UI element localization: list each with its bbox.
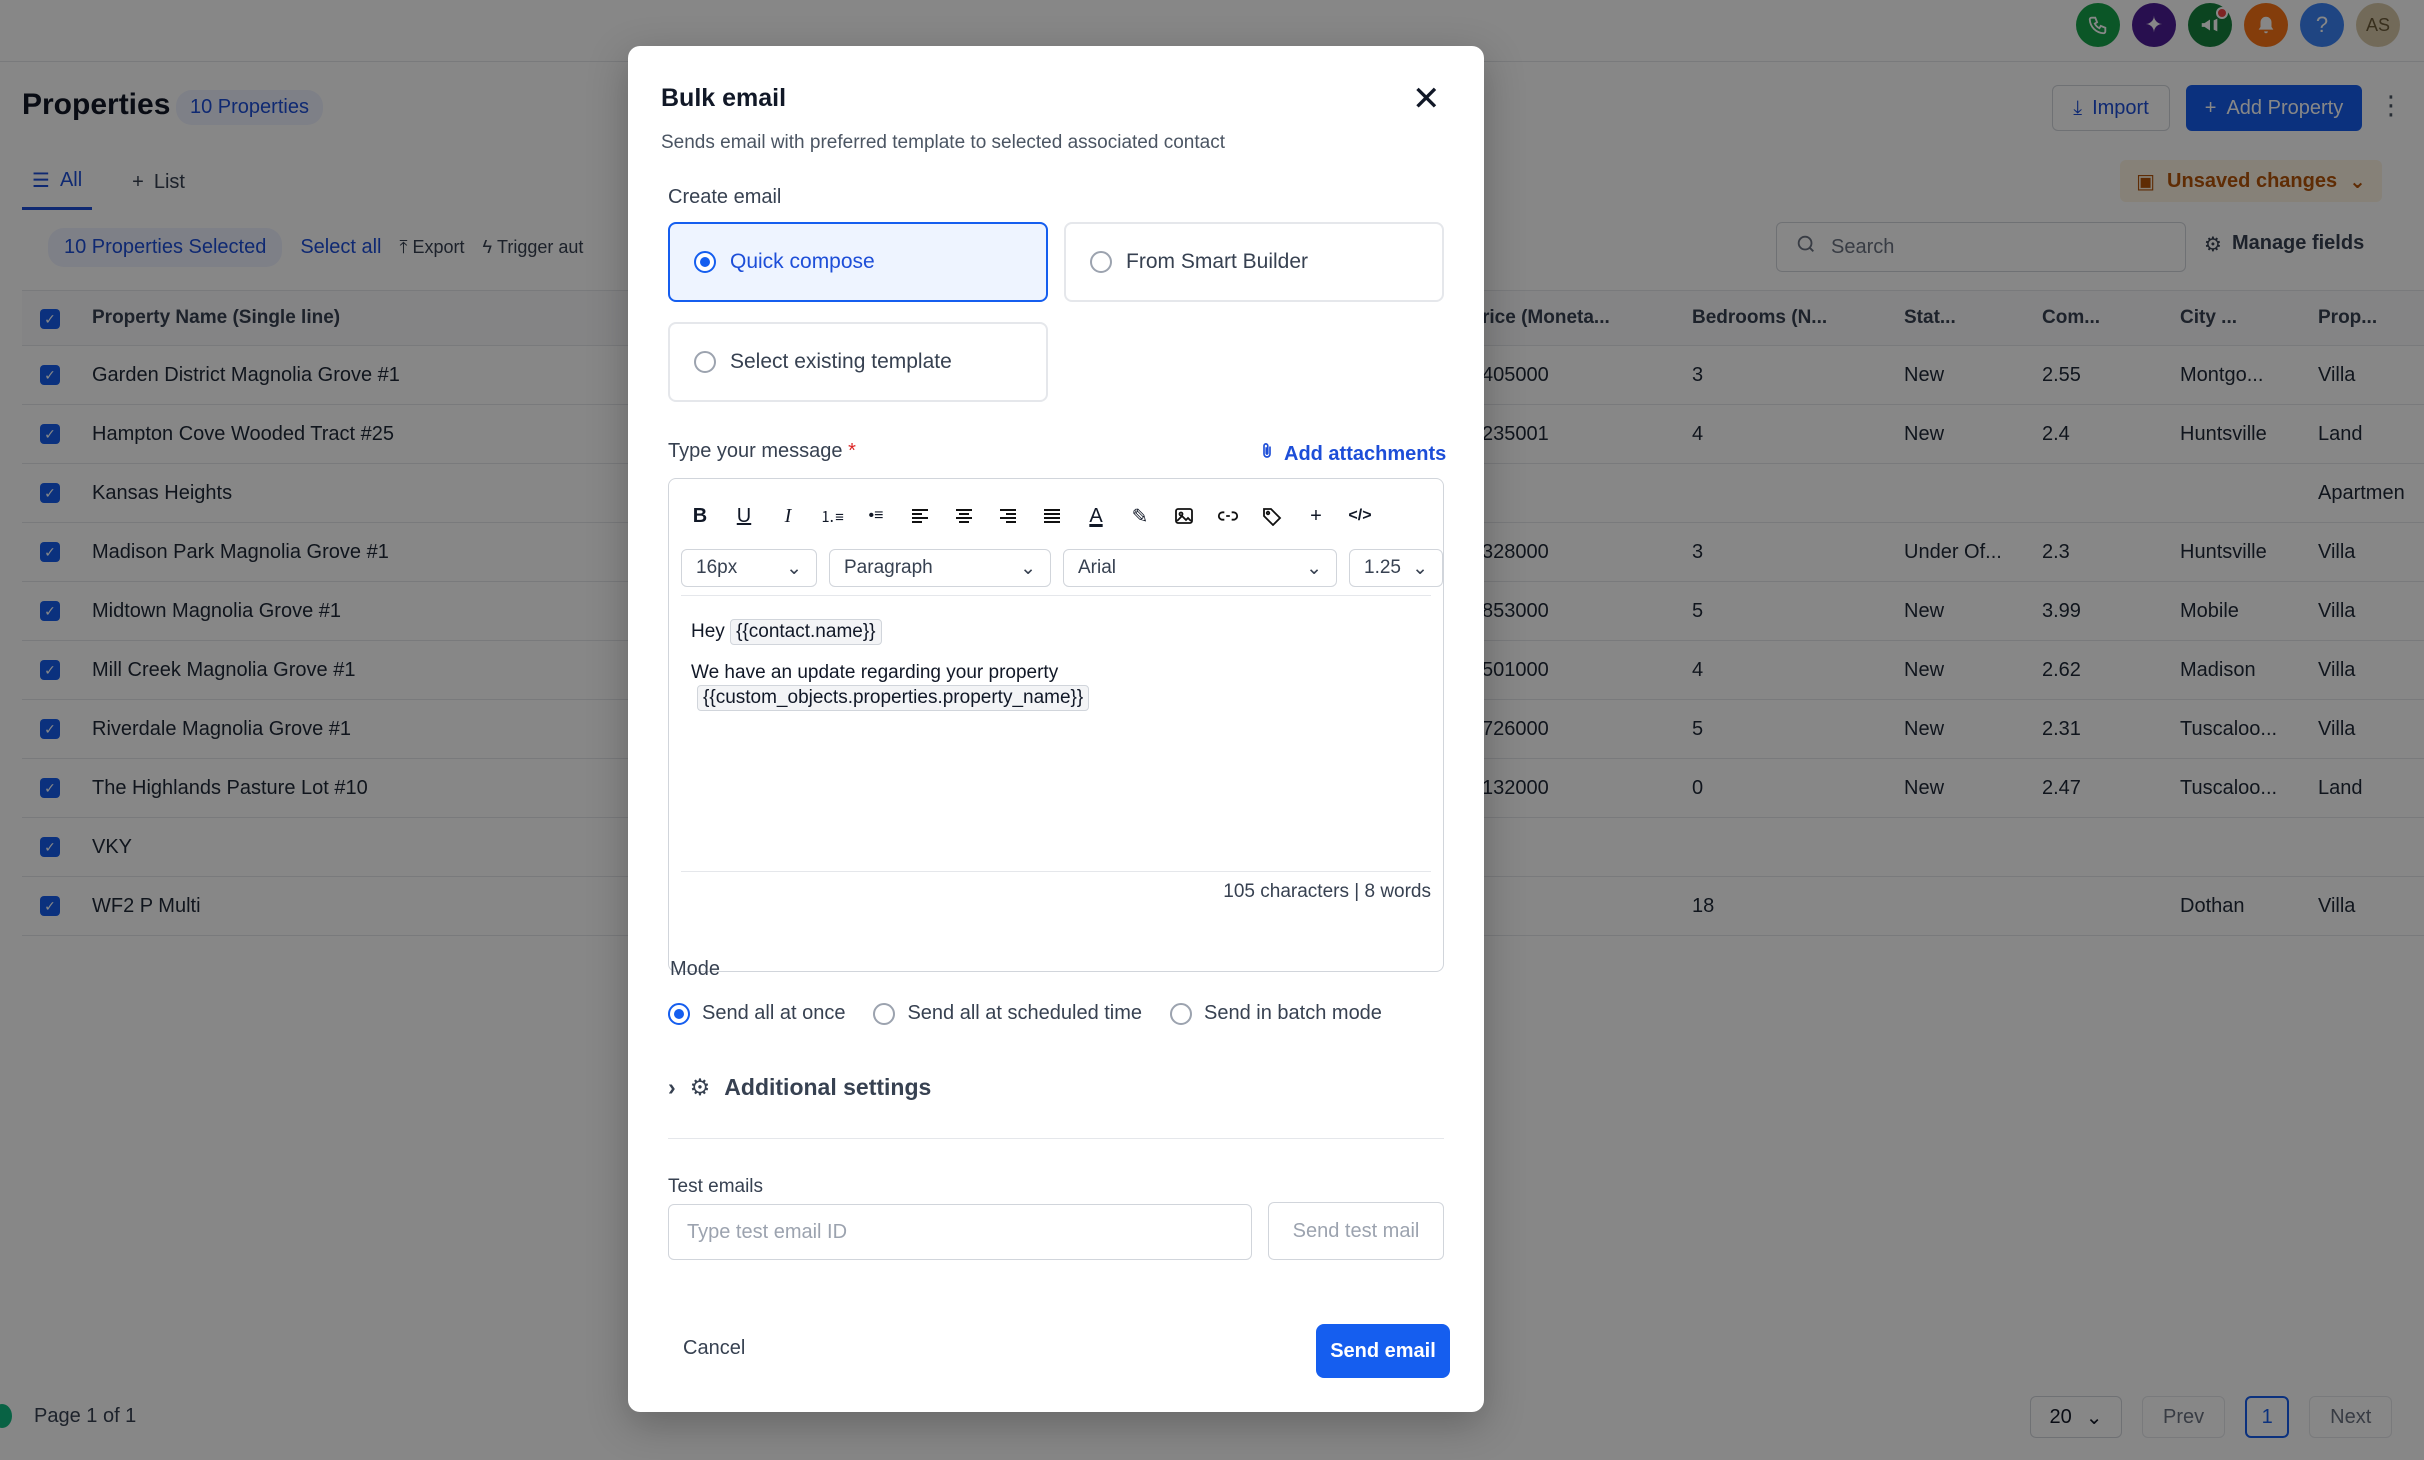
italic-icon[interactable]: I <box>771 499 805 533</box>
mode-batch[interactable]: Send in batch mode <box>1170 1002 1382 1025</box>
close-icon[interactable]: ✕ <box>1412 82 1441 116</box>
add-attachments-label: Add attachments <box>1284 442 1447 465</box>
radio-unselected <box>694 351 716 373</box>
option-label: From Smart Builder <box>1126 250 1309 273</box>
align-left-icon[interactable] <box>903 499 937 533</box>
modal-title: Bulk email <box>661 84 787 112</box>
character-counter: 105 characters | 8 words <box>1223 881 1431 902</box>
chevron-down-icon: ⌄ <box>786 557 802 579</box>
bulk-email-modal: Bulk email ✕ Sends email with preferred … <box>628 46 1484 1412</box>
plus-icon[interactable]: + <box>1299 499 1333 533</box>
additional-settings-toggle[interactable]: › ⚙ Additional settings <box>668 1074 931 1101</box>
format-selects: 16px ⌄ Paragraph ⌄ Arial ⌄ 1.25 ⌄ <box>681 549 1443 587</box>
message-label: Type your message * <box>668 440 856 462</box>
radio-unselected <box>1170 1002 1193 1025</box>
send-email-button[interactable]: Send email <box>1316 1324 1450 1378</box>
mode-label: Mode <box>670 958 721 980</box>
mode-scheduled-time[interactable]: Send all at scheduled time <box>873 1002 1142 1025</box>
font-size-select[interactable]: 16px ⌄ <box>681 549 817 587</box>
radio-unselected <box>1090 251 1112 273</box>
property-variable-tag: {{custom_objects.properties.property_nam… <box>697 685 1090 711</box>
image-icon[interactable] <box>1167 499 1201 533</box>
chevron-down-icon: ⌄ <box>1306 557 1322 579</box>
editor-toolbar: B U I ⒈≡ •≡ A ✎ + </> <box>683 499 1377 533</box>
option-smart-builder[interactable]: From Smart Builder <box>1064 222 1444 302</box>
code-icon[interactable]: </> <box>1343 499 1377 533</box>
bold-icon[interactable]: B <box>683 499 717 533</box>
message-line: We have an update regarding your propert… <box>691 662 1059 683</box>
link-icon[interactable] <box>1211 499 1245 533</box>
radio-unselected <box>873 1002 896 1025</box>
font-family-select[interactable]: Arial ⌄ <box>1063 549 1337 587</box>
option-quick-compose[interactable]: Quick compose <box>668 222 1048 302</box>
chevron-down-icon: ⌄ <box>1020 557 1036 579</box>
line-height-select[interactable]: 1.25 ⌄ <box>1349 549 1443 587</box>
align-right-icon[interactable] <box>991 499 1025 533</box>
align-center-icon[interactable] <box>947 499 981 533</box>
divider <box>681 595 1431 596</box>
divider <box>668 1138 1444 1139</box>
greeting-text: Hey <box>691 621 725 642</box>
test-email-input[interactable]: Type test email ID <box>668 1204 1252 1260</box>
radio-selected <box>694 251 716 273</box>
option-label: Select existing template <box>730 350 952 373</box>
contact-variable-tag: {{contact.name}} <box>730 619 882 645</box>
chevron-down-icon: ⌄ <box>1412 557 1428 579</box>
align-justify-icon[interactable] <box>1035 499 1069 533</box>
additional-settings-label: Additional settings <box>724 1074 932 1100</box>
underline-icon[interactable]: U <box>727 499 761 533</box>
test-emails-label: Test emails <box>668 1176 764 1197</box>
paperclip-icon <box>1258 440 1276 468</box>
mode-options: Send all at once Send all at scheduled t… <box>668 1002 1382 1025</box>
highlight-icon[interactable]: ✎ <box>1123 499 1157 533</box>
add-attachments-button[interactable]: Add attachments <box>1258 440 1446 468</box>
editor-content[interactable]: Hey {{contact.name}} We have an update r… <box>691 619 1411 711</box>
message-editor: B U I ⒈≡ •≡ A ✎ + </> 16px ⌄ Paragraph ⌄… <box>668 478 1444 972</box>
radio-selected <box>668 1002 690 1025</box>
mode-send-all-at-once[interactable]: Send all at once <box>668 1002 845 1025</box>
text-color-icon[interactable]: A <box>1079 499 1113 533</box>
send-test-mail-button[interactable]: Send test mail <box>1268 1202 1444 1260</box>
divider <box>681 871 1431 872</box>
block-type-select[interactable]: Paragraph ⌄ <box>829 549 1051 587</box>
option-label: Quick compose <box>730 250 875 273</box>
bullet-list-icon[interactable]: •≡ <box>859 499 893 533</box>
chevron-right-icon: › <box>668 1074 676 1100</box>
option-existing-template[interactable]: Select existing template <box>668 322 1048 402</box>
gear-icon: ⚙ <box>689 1074 711 1100</box>
tag-icon[interactable] <box>1255 499 1289 533</box>
modal-subtitle: Sends email with preferred template to s… <box>661 132 1225 153</box>
cancel-button[interactable]: Cancel <box>683 1337 745 1360</box>
create-email-label: Create email <box>668 186 782 208</box>
ordered-list-icon[interactable]: ⒈≡ <box>815 499 849 533</box>
